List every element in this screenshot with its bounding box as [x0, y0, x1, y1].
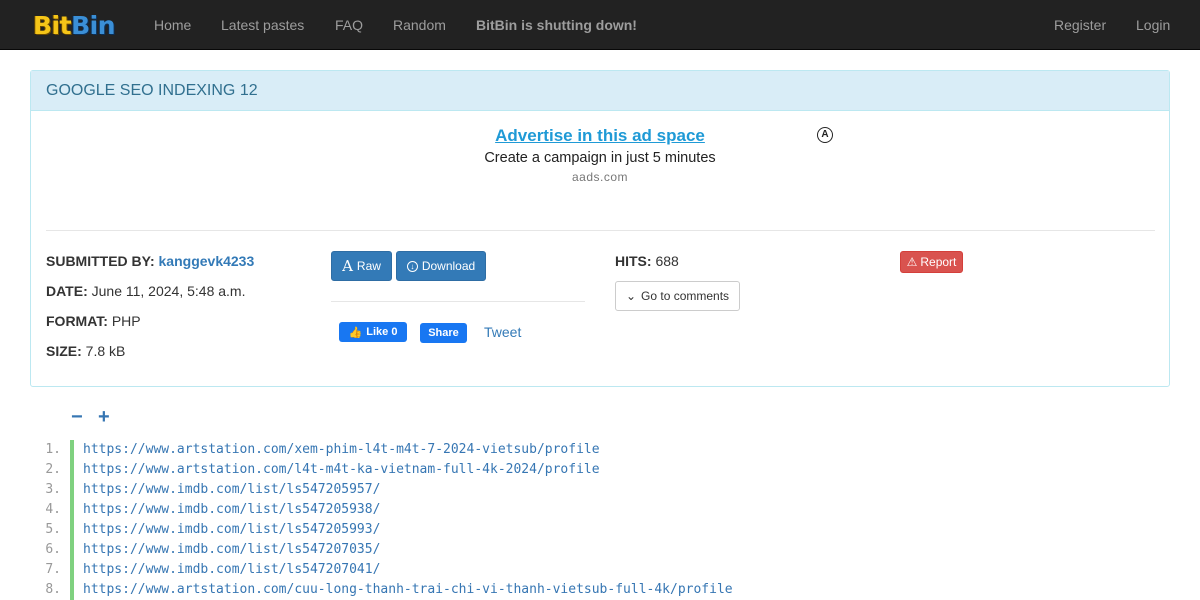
- code-text: https://www.imdb.com/list/ls547205993/: [83, 522, 381, 537]
- meta-format: FORMAT: PHP: [46, 313, 141, 329]
- raw-button[interactable]: A Raw: [331, 251, 392, 281]
- download-button[interactable]: ↓ Download: [396, 251, 486, 281]
- facebook-like-button[interactable]: 👍 Like 0: [339, 322, 407, 342]
- code-text: https://www.imdb.com/list/ls547205938/: [83, 502, 381, 517]
- code-line: 5. https://www.imdb.com/list/ls547205993…: [30, 520, 1170, 540]
- divider: [46, 230, 1155, 231]
- hits-label: HITS:: [615, 253, 652, 269]
- font-icon: A: [342, 257, 353, 275]
- warning-icon: ⚠: [906, 255, 918, 269]
- ad-domain: aads.com: [571, 170, 629, 184]
- line-number: 3.: [45, 482, 61, 497]
- zoom-in-button[interactable]: +: [98, 405, 110, 429]
- size-value: 7.8 kB: [85, 343, 126, 359]
- line-number: 2.: [45, 462, 61, 477]
- bitbin-logo[interactable]: Bit Bin: [33, 8, 116, 42]
- ad-info-icon[interactable]: A: [817, 127, 833, 143]
- size-label: SIZE:: [46, 343, 82, 359]
- author-link[interactable]: kanggevk4233: [159, 253, 255, 269]
- like-label: Like 0: [366, 326, 398, 338]
- code-text: https://www.artstation.com/xem-phim-l4t-…: [83, 442, 600, 457]
- code-text: https://www.artstation.com/l4t-m4t-ka-vi…: [83, 462, 600, 477]
- hits-value: 688: [655, 253, 679, 269]
- format-label: FORMAT:: [46, 313, 108, 329]
- download-icon: ↓: [406, 260, 418, 272]
- report-button[interactable]: ⚠ Report: [900, 251, 963, 273]
- line-gutter-bar: [70, 500, 74, 520]
- line-gutter-bar: [70, 560, 74, 580]
- facebook-share-button[interactable]: Share: [420, 323, 467, 343]
- nav-login[interactable]: Login: [1136, 0, 1170, 50]
- nav-home[interactable]: Home: [154, 0, 191, 50]
- code-line: 6. https://www.imdb.com/list/ls547207035…: [30, 540, 1170, 560]
- line-number: 7.: [45, 562, 61, 577]
- code-text: https://www.artstation.com/cuu-long-than…: [83, 582, 733, 597]
- meta-hits: HITS: 688: [615, 253, 679, 269]
- paste-title: GOOGLE SEO INDEXING 12: [46, 82, 258, 99]
- date-value: June 11, 2024, 5:48 a.m.: [91, 283, 246, 299]
- logo-part-bit: Bit: [33, 10, 72, 40]
- report-label: Report: [920, 255, 957, 269]
- code-text: https://www.imdb.com/list/ls547205957/: [83, 482, 381, 497]
- line-number: 4.: [45, 502, 61, 517]
- zoom-out-button[interactable]: −: [71, 405, 83, 429]
- line-gutter-bar: [70, 480, 74, 500]
- code-line: 3. https://www.imdb.com/list/ls547205957…: [30, 480, 1170, 500]
- paste-panel: GOOGLE SEO INDEXING 12: [30, 70, 1170, 387]
- code-text: https://www.imdb.com/list/ls547207035/: [83, 542, 381, 557]
- line-number: 1.: [45, 442, 61, 457]
- code-text: https://www.imdb.com/list/ls547207041/: [83, 562, 381, 577]
- tweet-link[interactable]: Tweet: [484, 324, 521, 340]
- thumbs-up-icon: 👍: [348, 326, 363, 339]
- chevron-down-icon: ⌄: [625, 289, 637, 303]
- download-label: Download: [421, 259, 476, 273]
- line-gutter-bar: [70, 440, 74, 460]
- code-line: 1. https://www.artstation.com/xem-phim-l…: [30, 440, 1170, 460]
- comments-label: Go to comments: [641, 289, 730, 303]
- code-line: 7. https://www.imdb.com/list/ls547207041…: [30, 560, 1170, 580]
- code-listing: 1. https://www.artstation.com/xem-phim-l…: [30, 440, 1170, 600]
- submitted-label: SUBMITTED BY:: [46, 253, 155, 269]
- line-gutter-bar: [70, 460, 74, 480]
- line-number: 6.: [45, 542, 61, 557]
- nav-shutdown-notice[interactable]: BitBin is shutting down!: [476, 0, 637, 50]
- line-gutter-bar: [70, 580, 74, 600]
- ad-subtitle: Create a campaign in just 5 minutes: [484, 150, 716, 166]
- line-number: 8.: [45, 582, 61, 597]
- nav-latest-pastes[interactable]: Latest pastes: [221, 0, 304, 50]
- code-line: 2. https://www.artstation.com/l4t-m4t-ka…: [30, 460, 1170, 480]
- format-value: PHP: [111, 313, 141, 329]
- line-gutter-bar: [70, 540, 74, 560]
- meta-submitted: SUBMITTED BY: kanggevk4233: [46, 253, 254, 269]
- nav-random[interactable]: Random: [393, 0, 446, 50]
- code-line: 8. https://www.artstation.com/cuu-long-t…: [30, 580, 1170, 600]
- logo-part-bin: Bin: [71, 10, 116, 40]
- line-gutter-bar: [70, 520, 74, 540]
- meta-size: SIZE: 7.8 kB: [46, 343, 125, 359]
- top-navbar: Bit Bin Home Latest pastes FAQ Random Bit…: [0, 0, 1200, 50]
- panel-heading: GOOGLE SEO INDEXING 12: [31, 71, 1169, 111]
- line-number: 5.: [45, 522, 61, 537]
- nav-register[interactable]: Register: [1054, 0, 1106, 50]
- date-label: DATE:: [46, 283, 88, 299]
- raw-label: Raw: [356, 259, 381, 273]
- go-to-comments-button[interactable]: ⌄ Go to comments: [615, 281, 740, 311]
- code-line: 4. https://www.imdb.com/list/ls547205938…: [30, 500, 1170, 520]
- divider: [331, 301, 585, 302]
- meta-date: DATE: June 11, 2024, 5:48 a.m.: [46, 283, 245, 299]
- ad-link[interactable]: Advertise in this ad space: [0, 126, 1200, 146]
- nav-faq[interactable]: FAQ: [335, 0, 363, 50]
